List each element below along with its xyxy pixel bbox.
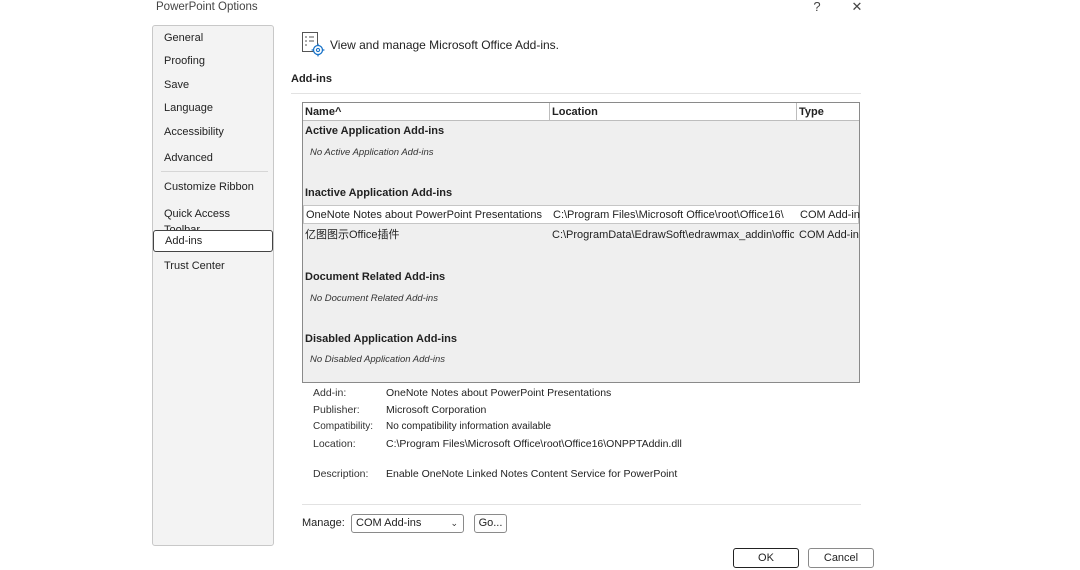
detail-publisher-value: Microsoft Corporation [386, 404, 487, 416]
cancel-button[interactable]: Cancel [808, 548, 874, 568]
section-title: Add-ins [291, 73, 332, 85]
detail-compatibility-value: No compatibility information available [386, 421, 552, 432]
addins-settings-icon [302, 32, 325, 57]
detail-location-value: C:\Program Files\Microsoft Office\root\O… [386, 438, 682, 450]
group-document-empty: No Document Related Add-ins [310, 293, 438, 304]
group-disabled-empty: No Disabled Application Add-ins [310, 354, 446, 365]
detail-description-label: Description: [313, 468, 369, 480]
chevron-down-icon: ⌄ [450, 518, 458, 528]
sidebar-item-proofing[interactable]: Proofing [164, 53, 268, 69]
detail-compatibility-label: Compatibility: [313, 421, 374, 432]
sidebar-item-advanced[interactable]: Advanced [164, 150, 268, 166]
group-inactive-title: Inactive Application Add-ins [305, 187, 453, 199]
close-icon: ✕ [851, 0, 863, 14]
table-row[interactable]: OneNote Notes about PowerPoint Presentat… [303, 205, 860, 224]
sidebar-item-save[interactable]: Save [164, 77, 268, 93]
detail-description-value: Enable OneNote Linked Notes Content Serv… [386, 468, 678, 480]
column-header-name[interactable]: Name^ [303, 103, 550, 121]
row-name: 亿图图示Office插件 [305, 229, 400, 241]
table-row[interactable]: 亿图图示Office插件 C:\ProgramData\EdrawSoft\ed… [303, 226, 859, 245]
group-active-empty: No Active Application Add-ins [310, 147, 434, 158]
window-title: PowerPoint Options [156, 1, 258, 13]
row-name: OneNote Notes about PowerPoint Presentat… [306, 209, 543, 221]
sidebar-item-add-ins[interactable]: Add-ins [153, 230, 273, 252]
go-button[interactable]: Go... [474, 514, 507, 533]
page-description: View and manage Microsoft Office Add-ins… [330, 38, 560, 52]
sidebar-nav: General Proofing Save Language Accessibi… [152, 25, 274, 546]
sidebar-divider [161, 171, 268, 172]
detail-addin-value: OneNote Notes about PowerPoint Presentat… [386, 387, 612, 399]
help-button[interactable]: ? [806, 0, 828, 16]
section-divider [291, 93, 861, 94]
manage-divider [302, 504, 861, 505]
close-button[interactable]: ✕ [846, 0, 868, 16]
column-header-name-label: Name [305, 106, 335, 118]
sidebar-item-general[interactable]: General [164, 30, 268, 46]
sidebar-item-language[interactable]: Language [164, 100, 268, 116]
manage-select-value: COM Add-ins [356, 517, 422, 529]
row-location: C:\ProgramData\EdrawSoft\edrawmax_addin\… [552, 229, 794, 241]
detail-location-label: Location: [313, 438, 356, 450]
sort-ascending-icon: ^ [334, 106, 342, 118]
row-type: COM Add-in [800, 209, 860, 221]
group-document-title: Document Related Add-ins [305, 271, 446, 283]
addins-table: Name^ Location Type Active Application A… [302, 102, 860, 383]
group-active-title: Active Application Add-ins [305, 125, 445, 137]
row-type: COM Add-in [799, 229, 859, 241]
manage-label: Manage: [302, 517, 345, 529]
sidebar-item-trust-center[interactable]: Trust Center [164, 258, 268, 274]
group-disabled-title: Disabled Application Add-ins [305, 333, 457, 345]
ok-button[interactable]: OK [733, 548, 799, 568]
column-header-location[interactable]: Location [550, 103, 797, 121]
column-header-type[interactable]: Type [797, 103, 859, 121]
help-icon: ? [813, 0, 821, 14]
manage-select[interactable]: COM Add-ins ⌄ [351, 514, 464, 533]
detail-publisher-label: Publisher: [313, 404, 360, 416]
sidebar-item-customize-ribbon[interactable]: Customize Ribbon [164, 179, 268, 195]
detail-addin-label: Add-in: [313, 387, 347, 399]
sidebar-item-accessibility[interactable]: Accessibility [164, 124, 268, 140]
row-location: C:\Program Files\Microsoft Office\root\O… [553, 209, 784, 221]
